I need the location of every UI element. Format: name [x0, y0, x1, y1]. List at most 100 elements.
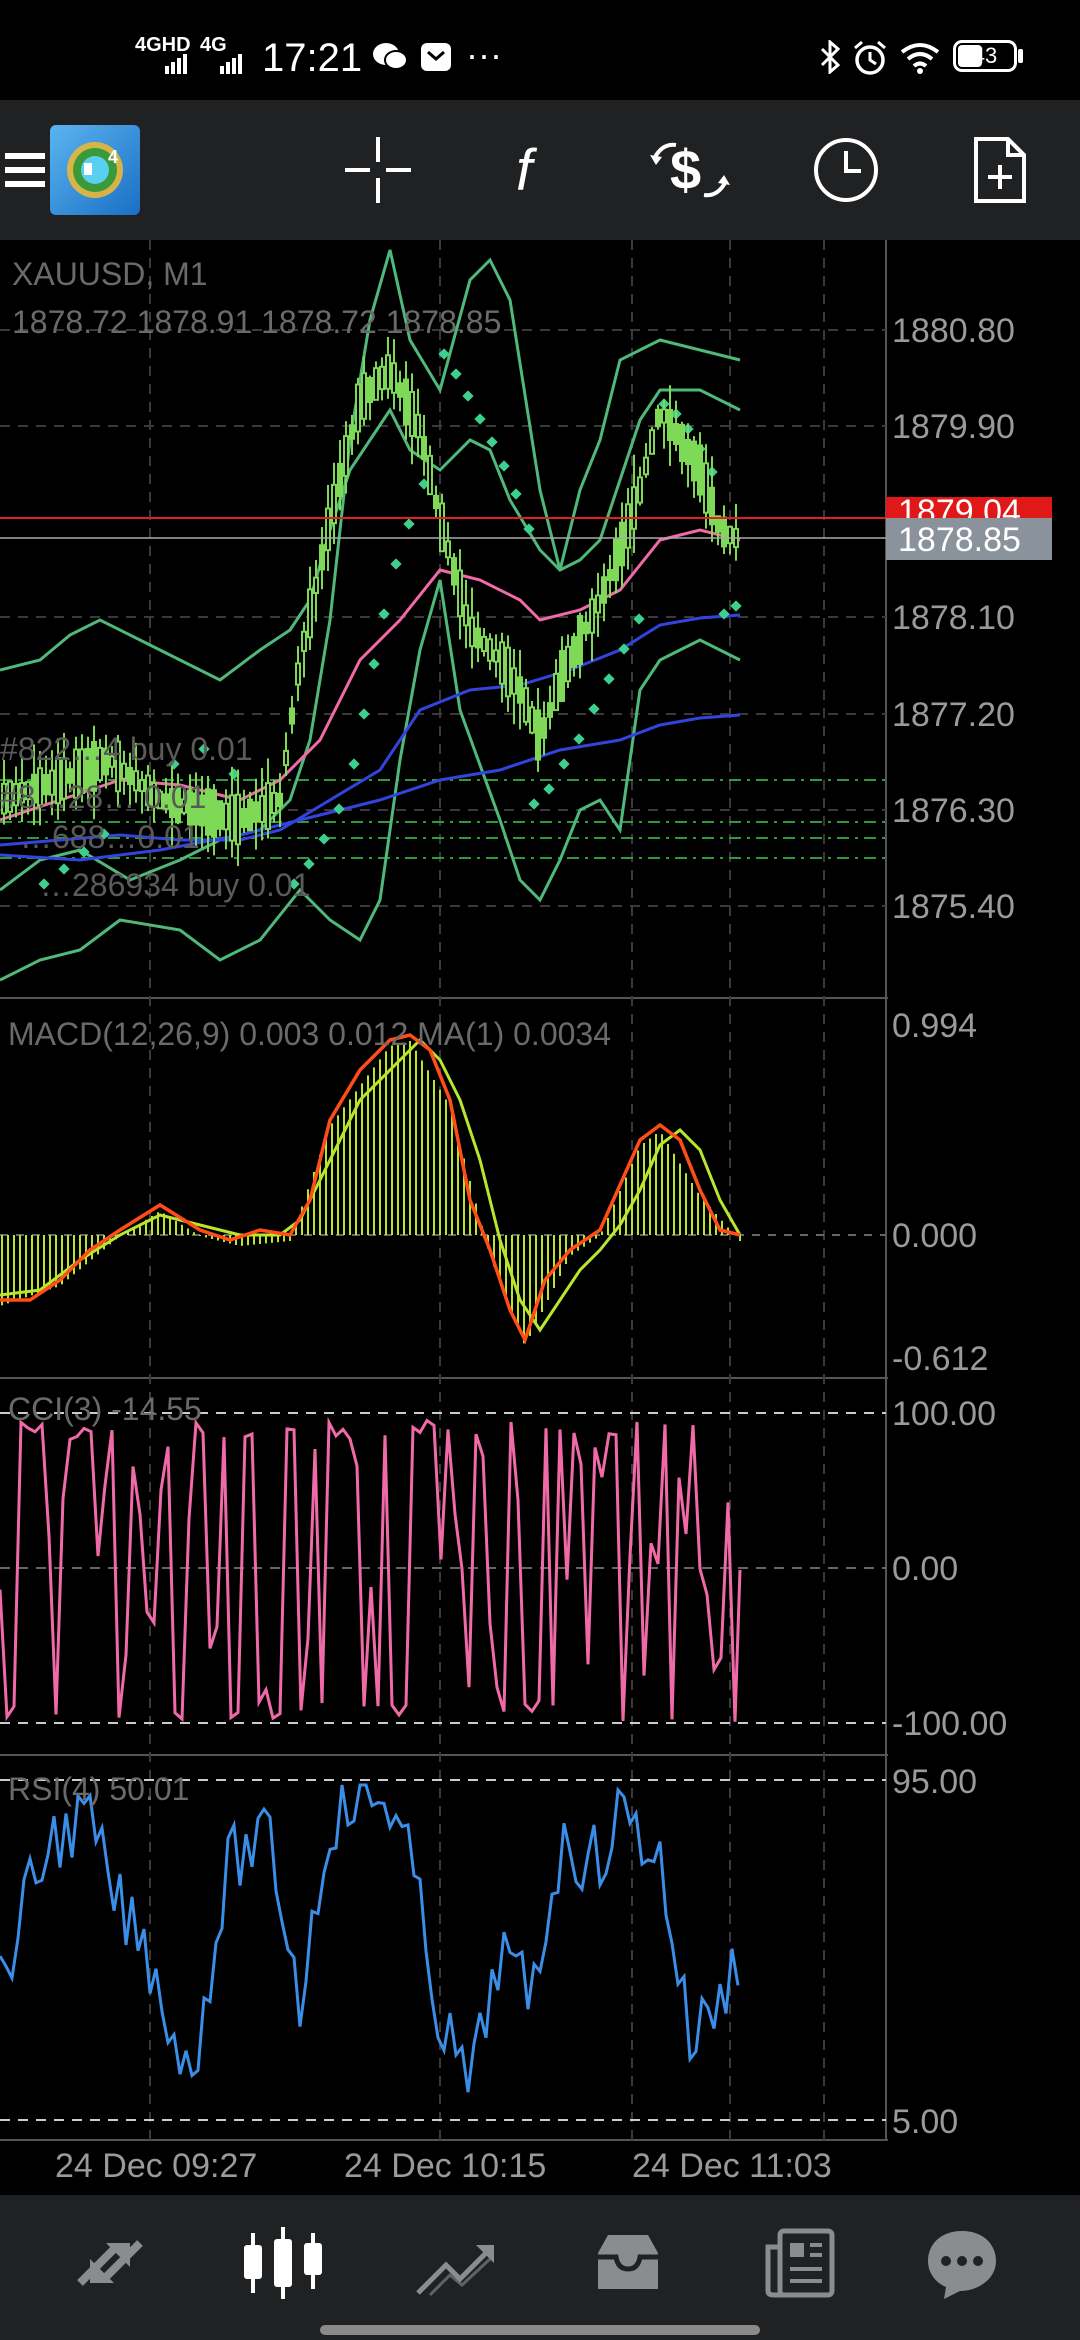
candle-body — [673, 423, 679, 445]
candle-body — [205, 788, 211, 836]
candle-body — [583, 621, 589, 635]
new-order-icon[interactable] — [950, 120, 1050, 220]
candle-body — [511, 667, 517, 695]
candle-body — [397, 382, 403, 398]
macd-label: MACD(12,26,9) 0.003 0.012 MA(1) 0.0034 — [8, 1016, 611, 1052]
price-tick-2: 1879.90 — [892, 408, 1015, 446]
signal-icon-1 — [165, 52, 193, 79]
candle-body — [349, 424, 355, 440]
candle-body — [619, 521, 625, 567]
rsi-line — [0, 1783, 740, 2093]
nav-news-icon[interactable] — [745, 2213, 855, 2313]
battery-icon: 43 — [953, 40, 1017, 72]
price-tick-4: 1877.20 — [892, 696, 1015, 734]
cci-label: CCI(3) -14.55 — [8, 1391, 202, 1427]
notification-icon — [420, 42, 452, 77]
candle-body — [211, 789, 217, 838]
price-tick-3: 1878.10 — [892, 599, 1015, 637]
candle-body — [427, 454, 433, 496]
candle-body — [223, 802, 229, 831]
alarm-icon — [852, 40, 888, 81]
candle-body — [547, 702, 553, 718]
wechat-icon — [372, 40, 408, 77]
candle-body — [679, 423, 685, 463]
bottom-navigation — [0, 2195, 1080, 2340]
candle-body — [379, 365, 385, 391]
home-indicator[interactable] — [320, 2325, 760, 2335]
candle-body — [343, 435, 349, 477]
candle-body — [319, 544, 325, 571]
cci-tick-3: -100.00 — [892, 1705, 1007, 1743]
crosshair-icon[interactable] — [328, 120, 428, 220]
candle-body — [601, 576, 607, 604]
order-label-4: …286934 buy 0.01 — [40, 867, 310, 903]
candle-body — [499, 641, 505, 685]
nav-chart-icon[interactable] — [228, 2213, 338, 2313]
candle-body — [265, 782, 271, 830]
candle-body — [367, 376, 373, 404]
candle-body — [691, 440, 697, 482]
candle-body — [589, 598, 595, 634]
candle-body — [409, 391, 415, 437]
time-label-2: 24 Dec 10:15 — [344, 2147, 546, 2185]
chart-area[interactable]: XAUUSD, M1 1878.72 1878.91 1878.72 1878.… — [0, 240, 1080, 2195]
candle-body — [445, 540, 451, 559]
timeframe-clock-icon[interactable] — [796, 120, 896, 220]
candle-body — [253, 801, 259, 823]
candle-body — [475, 627, 481, 649]
candle-body — [415, 413, 421, 439]
signal-icon-2 — [220, 52, 248, 79]
candle-body — [487, 638, 493, 662]
candle-body — [685, 438, 691, 466]
candle-body — [307, 588, 313, 639]
cci-line — [0, 1416, 742, 1723]
candle-body — [385, 354, 391, 390]
candle-body — [481, 635, 487, 653]
candle-body — [391, 362, 397, 394]
macd-main-line — [0, 1033, 741, 1345]
candle-body — [337, 462, 343, 498]
chart-canvas[interactable]: XAUUSD, M1 1878.72 1878.91 1878.72 1878.… — [0, 240, 1080, 2195]
app-logo-icon[interactable]: 4 — [50, 125, 140, 215]
trade-icon[interactable]: $ — [640, 120, 740, 220]
candle-body — [625, 503, 631, 549]
status-bar: 4GHD 4G 17:21 ··· 43 — [0, 0, 1080, 100]
indicators-icon[interactable]: f — [484, 120, 584, 220]
candle-body — [493, 649, 499, 663]
nav-history-icon[interactable] — [573, 2213, 683, 2313]
price-tick-6: 1875.40 — [892, 888, 1015, 926]
candle-body — [541, 717, 547, 739]
candle-body — [559, 650, 565, 702]
macd-tick-3: -0.612 — [892, 1340, 988, 1378]
bluetooth-icon — [818, 38, 842, 79]
candle-body — [553, 672, 559, 712]
svg-text:f: f — [516, 138, 538, 203]
candle-body — [463, 604, 469, 627]
macd-tick-2: 0.000 — [892, 1217, 977, 1255]
macd-signal-line — [0, 1037, 742, 1333]
candle-body — [505, 646, 511, 698]
order-label-3: …688…0.01 — [20, 819, 200, 855]
ohlc-label: 1878.72 1878.91 1878.72 1878.85 — [12, 304, 501, 340]
nav-trade-icon[interactable] — [400, 2213, 510, 2313]
candle-body — [643, 456, 649, 476]
candle-body — [637, 476, 643, 504]
candle-body — [229, 794, 235, 842]
candle-body — [421, 436, 427, 460]
nav-quotes-icon[interactable] — [55, 2213, 165, 2313]
candle-body — [535, 709, 541, 761]
candle-body — [241, 807, 247, 829]
time-label-1: 24 Dec 09:27 — [55, 2147, 257, 2185]
candle-body — [283, 749, 289, 767]
candle-body — [631, 486, 637, 530]
clock: 17:21 — [262, 36, 363, 80]
nav-messages-icon[interactable] — [907, 2213, 1017, 2313]
candle-body — [721, 516, 727, 548]
candle-body — [259, 795, 265, 823]
candle-body — [517, 676, 523, 704]
candle-body — [523, 687, 529, 723]
macd-tick-1: 0.994 — [892, 1007, 977, 1045]
candle-body — [649, 429, 655, 455]
candle-body — [727, 525, 733, 545]
candle-body — [295, 662, 301, 686]
